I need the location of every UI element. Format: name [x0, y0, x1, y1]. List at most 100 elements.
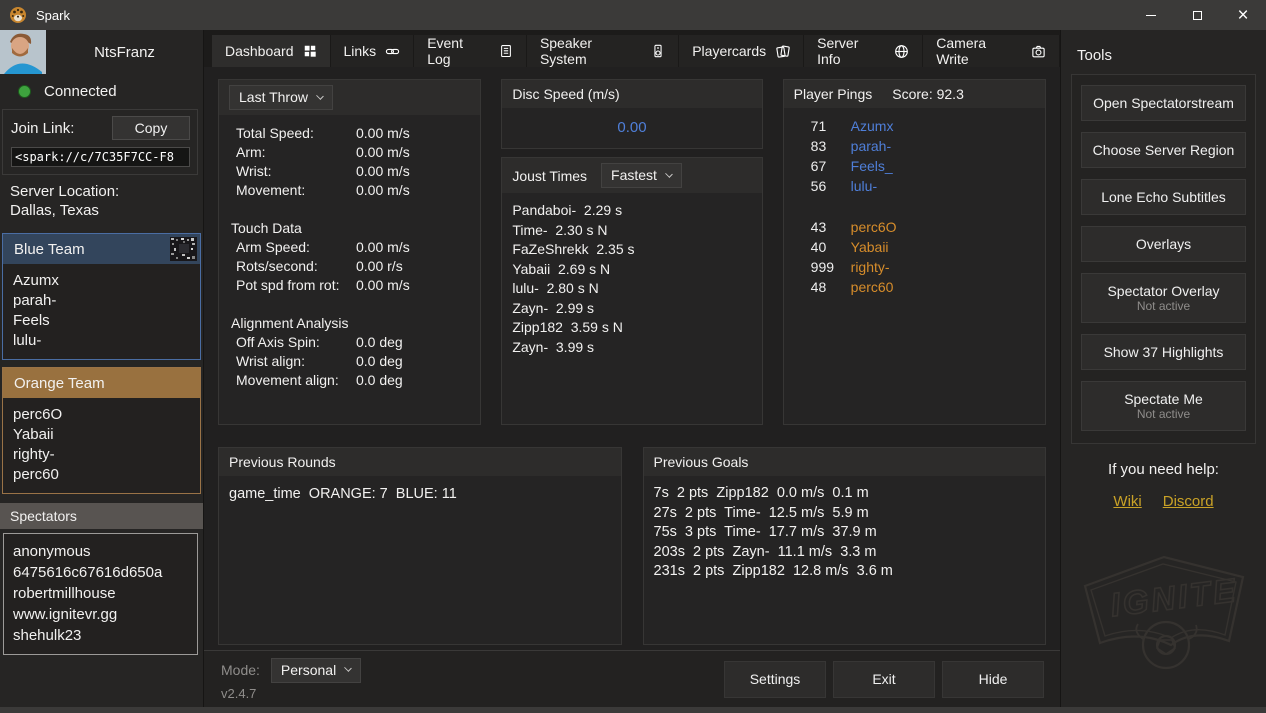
tool-button[interactable]: Overlays	[1081, 226, 1246, 262]
ignite-logo-icon: IGNITE	[1078, 544, 1250, 678]
ping-player-name: lulu-	[851, 176, 877, 196]
stat-row: Off Axis Spin: 0.0 deg	[231, 333, 468, 352]
minimize-icon	[1146, 15, 1156, 16]
blue-pings: 71 Azumx 83 parah-	[794, 116, 1035, 196]
player-name: perc60	[13, 465, 200, 485]
tool-button[interactable]: Show 37 Highlights	[1081, 334, 1246, 370]
disc-speed-panel: Disc Speed (m/s) 0.00	[501, 79, 762, 149]
tab-speaker-system-label: Speaker System	[540, 35, 642, 67]
blue-team-title: Blue Team	[14, 241, 85, 258]
stat-label: Arm:	[231, 143, 356, 162]
help-link[interactable]: Wiki	[1113, 493, 1141, 510]
connected-label: Connected	[44, 83, 117, 100]
ping-value: 43	[794, 217, 851, 237]
player-name: lulu-	[13, 331, 200, 351]
tool-button[interactable]: Open Spectatorstream	[1081, 85, 1246, 121]
joust-time-row: FaZeShrekk 2.35 s	[512, 240, 751, 260]
footer-button[interactable]: Settings	[724, 661, 826, 698]
app-title: Spark	[36, 8, 70, 23]
connected-dot-icon	[18, 85, 31, 98]
last-throw-selector[interactable]: Last Throw	[229, 85, 333, 110]
maximize-icon	[1193, 11, 1202, 20]
tab-server-info[interactable]: Server Info	[804, 35, 923, 67]
orange-team-players: perc6OYabaiirighty-perc60	[3, 398, 200, 493]
svg-text:IGNITE: IGNITE	[1108, 571, 1240, 623]
tab-speaker-system[interactable]: Speaker System	[527, 35, 679, 67]
joust-times-title: Joust Times	[512, 168, 587, 184]
ping-row: 43 perc6O	[794, 217, 1035, 237]
minimize-button[interactable]	[1128, 0, 1174, 30]
joust-time-row: Zayn- 3.99 s	[512, 338, 751, 358]
touch-data-rows: Arm Speed: 0.00 m/s Rots/second: 0.00 r/…	[231, 238, 468, 295]
ping-value: 48	[794, 277, 851, 297]
profile-row: NtsFranz	[0, 30, 203, 74]
stat-label: Total Speed:	[231, 124, 356, 143]
footer-buttons: SettingsExitHide	[724, 661, 1044, 698]
tab-dashboard[interactable]: Dashboard	[212, 35, 331, 67]
footer-button[interactable]: Exit	[833, 661, 935, 698]
close-button[interactable]: ×	[1220, 0, 1266, 30]
tab-links-label: Links	[344, 43, 377, 59]
left-sidebar: NtsFranz Connected Join Link: Copy <spar…	[0, 30, 204, 707]
tool-button[interactable]: Spectator Overlay Not active	[1081, 273, 1246, 323]
joust-time-row: Pandaboi- 2.29 s	[512, 201, 751, 221]
dashboard-grid-icon	[303, 44, 317, 58]
username: NtsFranz	[46, 44, 203, 61]
tab-links[interactable]: Links	[331, 35, 415, 67]
stat-label: Rots/second:	[231, 257, 356, 276]
copy-button[interactable]: Copy	[112, 116, 190, 140]
maximize-button[interactable]	[1174, 0, 1220, 30]
stat-value: 0.00 m/s	[356, 238, 410, 257]
blue-team-section: Blue Team Azumxparah-Fee	[2, 233, 201, 360]
player-name: Yabaii	[13, 425, 200, 445]
mode-dropdown[interactable]: Personal	[271, 658, 361, 683]
close-icon: ×	[1237, 6, 1248, 25]
last-throw-panel: Last Throw Total Speed: 0.00 m/s	[218, 79, 481, 425]
tool-button[interactable]: Lone Echo Subtitles	[1081, 179, 1246, 215]
footer-button[interactable]: Hide	[942, 661, 1044, 698]
tool-button-label: Overlays	[1084, 236, 1243, 252]
player-pings-title: Player Pings	[794, 86, 873, 102]
help-link[interactable]: Discord	[1163, 493, 1214, 510]
tab-bar: Dashboard Links Event Log	[204, 30, 1060, 67]
player-name: parah-	[13, 291, 200, 311]
mode-value: Personal	[281, 662, 336, 678]
stat-label: Movement align:	[231, 371, 356, 390]
ping-player-name: Feels_	[851, 156, 893, 176]
tool-button[interactable]: Choose Server Region	[1081, 132, 1246, 168]
orange-pings: 43 perc6O 40 Yabaii	[794, 217, 1035, 297]
ping-value: 40	[794, 237, 851, 257]
previous-rounds-panel: Previous Rounds game_time ORANGE: 7 BLUE…	[218, 447, 622, 645]
join-link-field[interactable]: <spark://c/7C35F7CC-F8	[11, 147, 190, 167]
ping-player-name: perc60	[851, 277, 894, 297]
joust-filter-dropdown[interactable]: Fastest	[601, 163, 682, 188]
stat-label: Wrist align:	[231, 352, 356, 371]
ping-row: 71 Azumx	[794, 116, 1035, 136]
tool-button-label: Choose Server Region	[1084, 142, 1243, 158]
stat-row: Arm Speed: 0.00 m/s	[231, 238, 468, 257]
stat-label: Pot spd from rot:	[231, 276, 356, 295]
joust-time-row: Time- 2.30 s N	[512, 221, 751, 241]
tools-sidebar: Tools Open Spectatorstream Choose Server…	[1060, 30, 1266, 707]
stat-row: Movement align: 0.0 deg	[231, 371, 468, 390]
main-area: Dashboard Links Event Log	[204, 30, 1060, 707]
tab-playercards-label: Playercards	[692, 43, 766, 59]
tools-title: Tools	[1061, 30, 1266, 74]
ping-row: 67 Feels_	[794, 156, 1035, 176]
stat-value: 0.0 deg	[356, 371, 403, 390]
tool-button[interactable]: Spectate Me Not active	[1081, 381, 1246, 431]
tool-button-label: Open Spectatorstream	[1084, 95, 1243, 111]
server-score: Score: 92.3	[892, 86, 964, 102]
join-link-label: Join Link:	[11, 120, 74, 137]
stat-value: 0.00 m/s	[356, 124, 410, 143]
stat-label: Wrist:	[231, 162, 356, 181]
spectators-header: Spectators	[0, 503, 203, 529]
title-bar: Spark ×	[0, 0, 1266, 30]
tab-event-log[interactable]: Event Log	[414, 35, 527, 67]
tool-button-label: Lone Echo Subtitles	[1084, 189, 1243, 205]
tool-button-status: Not active	[1084, 407, 1243, 421]
spark-window: Spark × NtsFranz Connected	[0, 0, 1266, 713]
tab-camera-write[interactable]: Camera Write	[923, 35, 1060, 67]
tab-playercards[interactable]: Playercards	[679, 35, 804, 67]
server-location-value: Dallas, Texas	[10, 201, 195, 220]
